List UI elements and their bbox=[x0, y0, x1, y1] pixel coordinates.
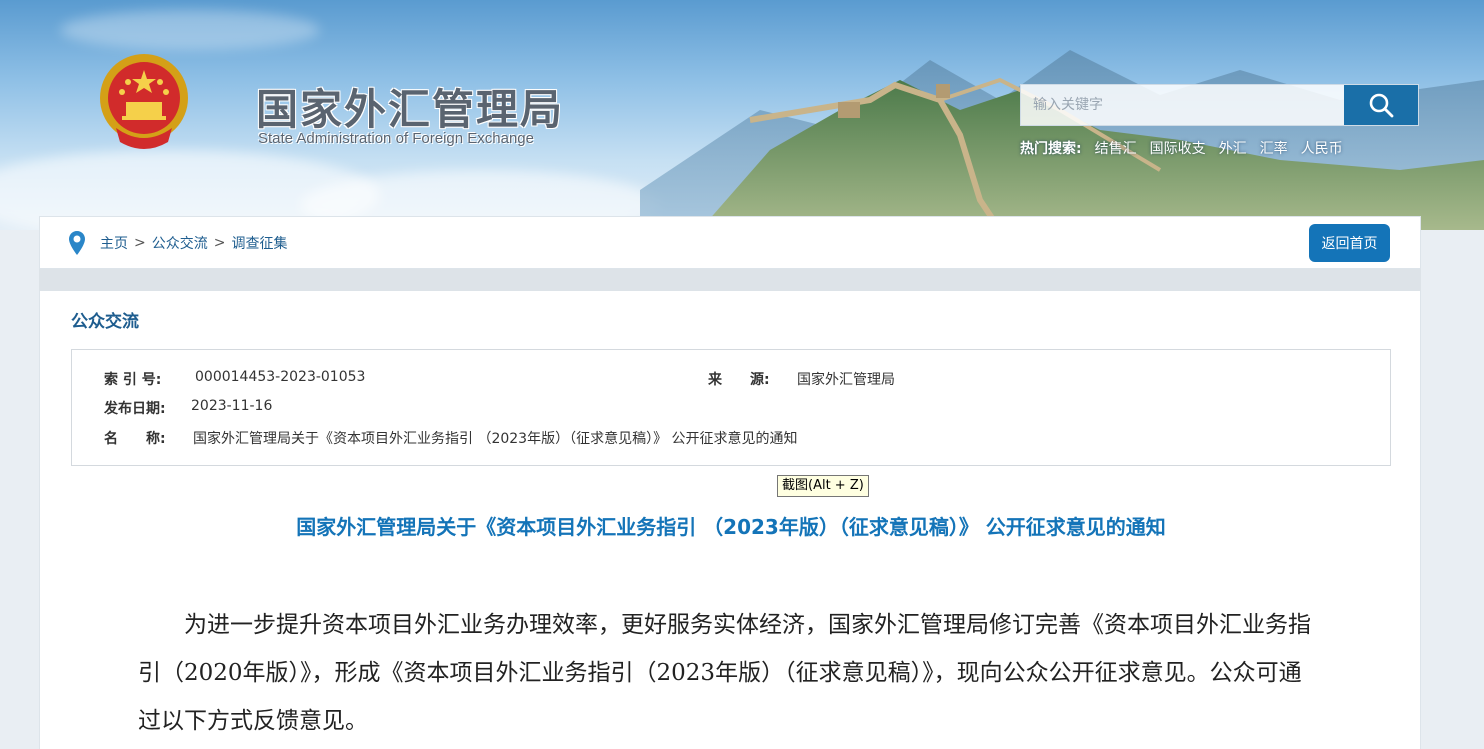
breadcrumb: 主页 > 公众交流 > 调查征集 bbox=[100, 233, 287, 253]
document-title: 国家外汇管理局关于《资本项目外汇业务指引 （2023年版）（征求意见稿）》 公开… bbox=[296, 515, 1166, 539]
hot-search-item[interactable]: 结售汇 bbox=[1095, 138, 1137, 158]
source-label: 来 源: bbox=[708, 372, 770, 388]
hot-search-item[interactable]: 人民币 bbox=[1301, 138, 1343, 158]
site-subtitle: State Administration of Foreign Exchange bbox=[258, 130, 534, 147]
breadcrumb-bar: 主页 > 公众交流 > 调查征集 返回首页 bbox=[39, 216, 1421, 269]
publish-date-value: 2023-11-16 bbox=[191, 398, 273, 414]
source-value: 国家外汇管理局 bbox=[797, 372, 895, 388]
index-number-value: 000014453-2023-01053 bbox=[195, 369, 366, 385]
hot-search: 热门搜索: 结售汇 国际收支 外汇 汇率 人民币 bbox=[1020, 138, 1343, 158]
header-banner: 国家外汇管理局 State Administration of Foreign … bbox=[0, 0, 1484, 230]
breadcrumb-separator: > bbox=[213, 234, 226, 251]
breadcrumb-separator: > bbox=[134, 234, 146, 251]
search-box bbox=[1020, 84, 1419, 126]
breadcrumb-survey[interactable]: 调查征集 bbox=[231, 233, 287, 253]
section-title: 公众交流 bbox=[71, 312, 139, 332]
search-icon bbox=[1369, 93, 1394, 118]
index-number-label: 索 引 号: bbox=[104, 372, 162, 388]
hot-search-label: 热门搜索: bbox=[1020, 141, 1082, 157]
location-pin-icon bbox=[69, 230, 85, 255]
great-wall-image bbox=[640, 50, 1484, 230]
screenshot-tooltip: 截图(Alt + Z) bbox=[777, 475, 869, 497]
search-button[interactable] bbox=[1344, 85, 1418, 125]
divider-strip bbox=[39, 269, 1421, 291]
document-name-label: 名 称: bbox=[104, 431, 166, 447]
hot-search-item[interactable]: 外汇 bbox=[1219, 138, 1247, 158]
search-input[interactable] bbox=[1021, 85, 1344, 125]
breadcrumb-home[interactable]: 主页 bbox=[100, 233, 128, 253]
site-title: 国家外汇管理局 bbox=[256, 85, 565, 134]
document-meta-box: 索 引 号: 000014453-2023-01053 来 源: 国家外汇管理局… bbox=[71, 349, 1391, 466]
main-content: 公众交流 索 引 号: 000014453-2023-01053 来 源: 国家… bbox=[39, 291, 1421, 749]
hot-search-item[interactable]: 国际收支 bbox=[1150, 138, 1206, 158]
publish-date-label: 发布日期: bbox=[104, 401, 166, 417]
national-emblem-icon bbox=[100, 54, 188, 149]
document-body-paragraph: 为进一步提升资本项目外汇业务办理效率，更好服务实体经济，国家外汇管理局修订完善《… bbox=[138, 612, 1311, 734]
hot-search-item[interactable]: 汇率 bbox=[1260, 138, 1288, 158]
document-name-value: 国家外汇管理局关于《资本项目外汇业务指引 （2023年版）（征求意见稿）》 公开… bbox=[193, 431, 798, 447]
breadcrumb-public-exchange[interactable]: 公众交流 bbox=[152, 233, 208, 253]
return-home-button[interactable]: 返回首页 bbox=[1309, 224, 1390, 262]
